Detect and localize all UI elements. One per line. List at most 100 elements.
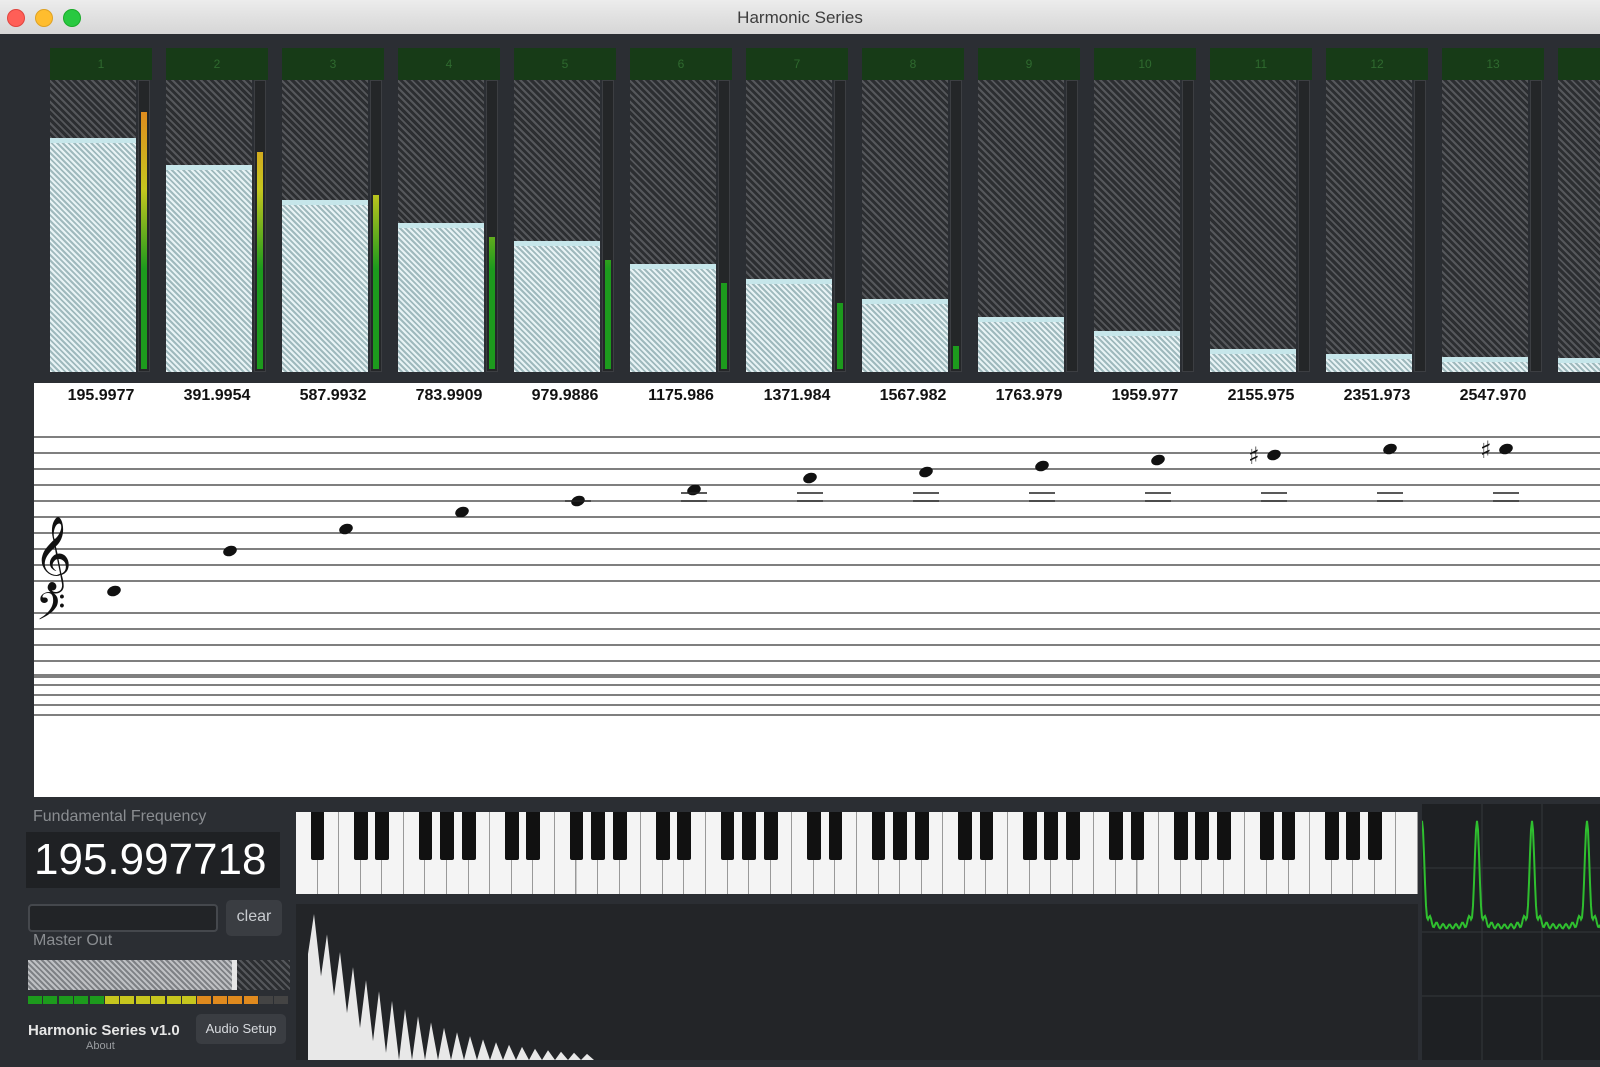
black-key[interactable]: [504, 812, 519, 860]
black-key[interactable]: [1281, 812, 1296, 860]
harmonic-level-meter: [370, 80, 382, 372]
black-key[interactable]: [871, 812, 886, 860]
harmonic-level-meter: [486, 80, 498, 372]
black-key[interactable]: [310, 812, 325, 860]
harmonic-slider-8[interactable]: 8: [862, 48, 964, 374]
harmonic-slider-track[interactable]: [1558, 80, 1600, 372]
black-key[interactable]: [440, 812, 454, 860]
harmonic-number-label: 6: [630, 48, 732, 80]
harmonic-slider-track[interactable]: [1210, 80, 1296, 372]
harmonic-frequency-label: 1567.982: [879, 387, 947, 404]
harmonic-slider-track[interactable]: [398, 80, 484, 372]
harmonic-slider-1[interactable]: 1: [50, 48, 152, 374]
harmonic-slider-partial[interactable]: [1558, 48, 1600, 374]
black-key[interactable]: [612, 812, 627, 860]
harmonic-slider-track[interactable]: [166, 80, 252, 372]
black-key[interactable]: [353, 812, 368, 860]
note-head: [223, 545, 237, 557]
score-panel: 𝄞 𝄢 ♯ ♯ 195.9977 391.9954 587.9932 783.9909 979…: [34, 383, 1600, 797]
master-out-slider[interactable]: [28, 960, 290, 990]
black-key[interactable]: [828, 812, 843, 860]
harmonic-slider-track[interactable]: [514, 80, 600, 372]
harmonic-slider-6[interactable]: 6: [630, 48, 732, 374]
black-key[interactable]: [1367, 812, 1382, 860]
black-key[interactable]: [742, 812, 756, 860]
black-key[interactable]: [1044, 812, 1059, 860]
piano-keyboard[interactable]: [296, 812, 1418, 894]
sharp-icon: ♯: [1248, 442, 1260, 470]
harmonic-slider-5[interactable]: 5: [514, 48, 616, 374]
harmonic-slider-track[interactable]: [978, 80, 1064, 372]
harmonic-slider-fill: [978, 317, 1064, 372]
harmonic-slider-fill: [166, 165, 252, 372]
black-key[interactable]: [1022, 812, 1037, 860]
treble-clef-icon: 𝄞: [34, 517, 72, 594]
black-key[interactable]: [957, 812, 972, 860]
harmonic-level-meter: [950, 80, 962, 372]
harmonic-slider-3[interactable]: 3: [282, 48, 384, 374]
black-key[interactable]: [1324, 812, 1339, 860]
harmonic-level-meter-fill: [837, 303, 843, 369]
harmonic-slider-10[interactable]: 10: [1094, 48, 1196, 374]
black-key[interactable]: [677, 812, 692, 860]
master-out-slider-thumb[interactable]: [232, 960, 237, 990]
black-key[interactable]: [1195, 812, 1210, 860]
master-meter-segment: [182, 996, 196, 1004]
fundamental-frequency-display[interactable]: 195.997718: [26, 832, 280, 888]
black-key[interactable]: [569, 812, 584, 860]
black-key[interactable]: [1065, 812, 1080, 860]
note-head: [803, 472, 817, 484]
black-key[interactable]: [1216, 812, 1231, 860]
harmonic-number-label: 11: [1210, 48, 1312, 80]
harmonic-slider-13[interactable]: 13: [1442, 48, 1544, 374]
black-key[interactable]: [1346, 812, 1361, 860]
harmonic-slider-track[interactable]: [630, 80, 716, 372]
harmonic-slider-4[interactable]: 4: [398, 48, 500, 374]
black-key[interactable]: [893, 812, 908, 860]
black-key[interactable]: [1109, 812, 1123, 860]
black-key[interactable]: [806, 812, 821, 860]
harmonic-slider-fill: [1558, 358, 1600, 372]
sharp-icon: ♯: [1480, 436, 1492, 464]
harmonic-slider-track[interactable]: [1442, 80, 1528, 372]
black-key[interactable]: [655, 812, 670, 860]
black-key[interactable]: [461, 812, 476, 860]
harmonic-slider-track[interactable]: [50, 80, 136, 372]
master-meter-segment: [120, 996, 135, 1004]
note-input[interactable]: [28, 904, 218, 932]
audio-setup-button[interactable]: Audio Setup: [196, 1014, 286, 1044]
black-key[interactable]: [375, 812, 390, 860]
harmonic-slider-track[interactable]: [1326, 80, 1412, 372]
harmonic-slider-fill: [1210, 349, 1296, 372]
harmonic-slider-12[interactable]: 12: [1326, 48, 1428, 374]
black-key[interactable]: [526, 812, 541, 860]
harmonic-slider-track[interactable]: [1094, 80, 1180, 372]
harmonic-slider-9[interactable]: 9: [978, 48, 1080, 374]
black-key[interactable]: [1173, 812, 1188, 860]
harmonic-slider-track[interactable]: [862, 80, 948, 372]
spectrum-graph: [296, 914, 594, 1060]
harmonic-slider-11[interactable]: 11: [1210, 48, 1312, 374]
black-key[interactable]: [763, 812, 778, 860]
harmonic-slider-fill: [1442, 357, 1528, 372]
black-key[interactable]: [979, 812, 994, 860]
black-key[interactable]: [914, 812, 929, 860]
clear-button[interactable]: clear: [226, 900, 282, 936]
black-key[interactable]: [1130, 812, 1145, 860]
master-meter-segment: [212, 996, 227, 1004]
harmonic-slider-fill: [398, 223, 484, 372]
harmonic-slider-2[interactable]: 2: [166, 48, 268, 374]
white-key[interactable]: [1396, 812, 1418, 894]
black-key[interactable]: [418, 812, 433, 860]
black-key[interactable]: [1260, 812, 1274, 860]
harmonic-slider-fill: [1094, 331, 1180, 372]
harmonic-slider-track[interactable]: [746, 80, 832, 372]
harmonic-slider-7[interactable]: 7: [746, 48, 848, 374]
about-link[interactable]: About: [86, 1040, 115, 1052]
black-key[interactable]: [720, 812, 735, 860]
harmonic-number-label: 12: [1326, 48, 1428, 80]
harmonic-slider-track[interactable]: [282, 80, 368, 372]
master-meter-segment: [151, 996, 166, 1004]
note-head: [1383, 443, 1397, 455]
black-key[interactable]: [591, 812, 605, 860]
